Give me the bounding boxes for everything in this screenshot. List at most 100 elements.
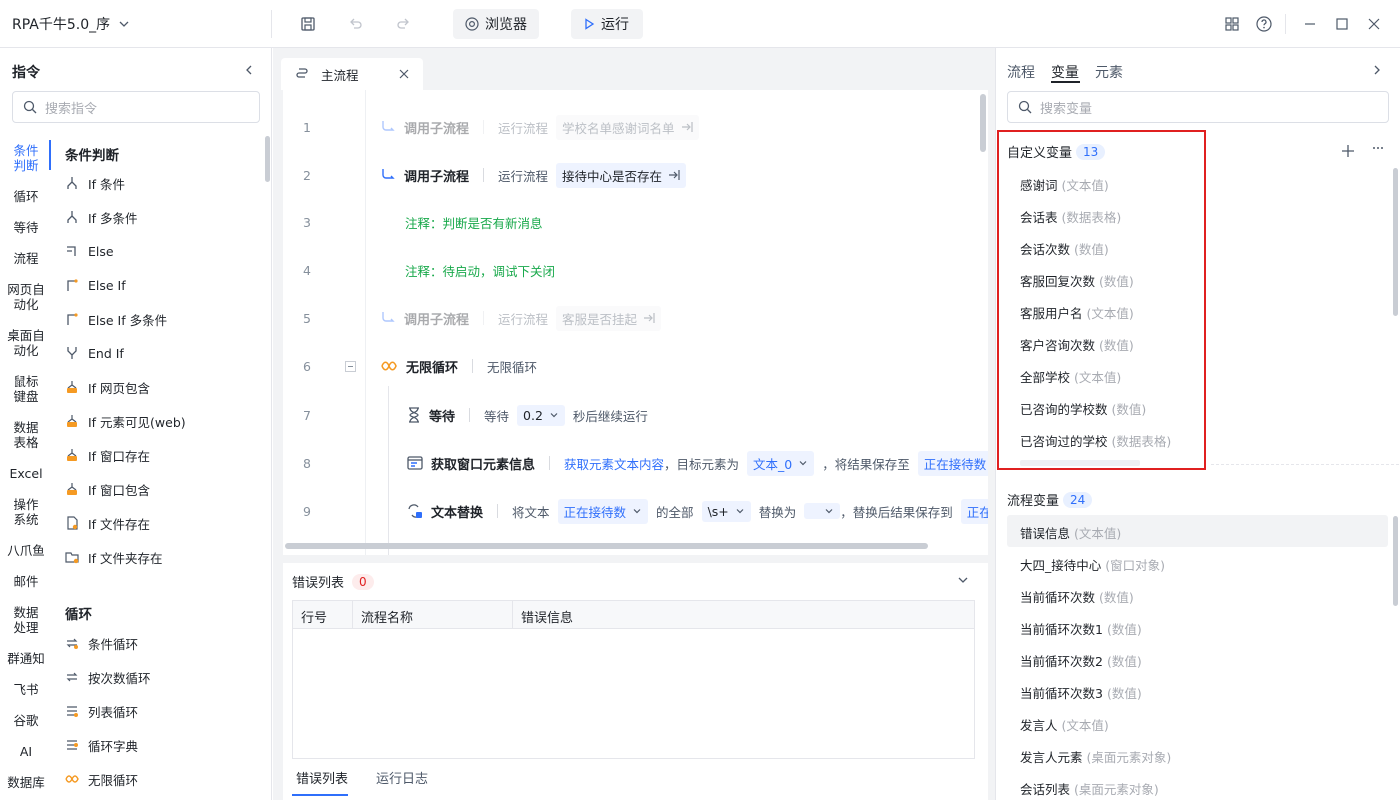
subflow-chip[interactable]: 学校名单感谢词名单 <box>556 114 699 140</box>
category-google[interactable]: 谷歌 <box>0 713 52 728</box>
flow-line-2[interactable]: 2 调用子流程 运行流程 接待中心是否存在 <box>283 155 983 195</box>
browser-button[interactable]: 浏览器 <box>453 9 539 39</box>
save-icon[interactable] <box>296 12 320 36</box>
tab-elements[interactable]: 元素 <box>1095 62 1123 82</box>
chevron-down-icon[interactable] <box>957 574 969 586</box>
variable-item[interactable]: 当前循环次数2 (数值) <box>1020 651 1142 670</box>
horizontal-scrollbar[interactable] <box>285 543 928 549</box>
cmd-if-condition[interactable]: If 条件 <box>64 172 125 194</box>
undo-icon[interactable] <box>344 12 368 36</box>
replacement-chip[interactable] <box>804 503 841 519</box>
category-condition[interactable]: 条件判断 <box>0 143 52 173</box>
enter-icon <box>681 121 693 133</box>
variable-search-input[interactable]: 搜索变量 <box>1007 91 1389 123</box>
tab-label: 主流程 <box>321 67 359 83</box>
category-wait[interactable]: 等待 <box>0 220 52 235</box>
category-loop[interactable]: 循环 <box>0 189 52 204</box>
flow-line-8[interactable]: 8 获取窗口元素信息 获取元素文本内容 ，目标元素为 文本_0 ，将结果保存至 … <box>283 443 988 483</box>
grid-icon[interactable] <box>1220 12 1244 36</box>
statement-text: 获取元素文本内容 <box>564 456 665 472</box>
more-icon[interactable] <box>1371 141 1385 155</box>
cmd-if-folder-exists[interactable]: If 文件夹存在 <box>64 546 163 568</box>
source-text-chip[interactable]: 正在接待数 <box>557 498 649 524</box>
output-variable-chip[interactable]: 正在接待数 <box>917 450 988 476</box>
tab-run-log[interactable]: 运行日志 <box>376 768 428 787</box>
redo-icon[interactable] <box>391 12 415 36</box>
tab-variables[interactable]: 变量 <box>1051 62 1079 82</box>
category-os[interactable]: 操作系统 <box>0 497 52 527</box>
category-email[interactable]: 邮件 <box>0 574 52 589</box>
flow-line-3[interactable]: 3 注释：判断是否有新消息 <box>283 202 983 242</box>
run-button[interactable]: 运行 <box>571 9 643 39</box>
wait-seconds-select[interactable]: 0.2 <box>517 404 565 426</box>
flow-line-7[interactable]: 7 等待 等待 0.2 秒后继续运行 <box>283 395 983 435</box>
cmd-else-if[interactable]: Else If <box>64 274 126 296</box>
category-data-processing[interactable]: 数据处理 <box>0 605 52 635</box>
cmd-if-window-contains[interactable]: If 窗口包含 <box>64 478 150 500</box>
cmd-infinite-loop[interactable]: 无限循环 <box>64 768 138 790</box>
collapse-left-icon[interactable] <box>243 64 255 76</box>
category-ai[interactable]: AI <box>0 744 52 759</box>
category-mouse-keyboard[interactable]: 鼠标键盘 <box>0 374 52 404</box>
variable-item[interactable]: 大四_接待中心 (窗口对象) <box>1020 555 1165 574</box>
flow-line-6[interactable]: 6 无限循环 无限循环 <box>283 346 983 386</box>
search-placeholder: 搜索指令 <box>45 101 98 117</box>
cmd-if-window-exists[interactable]: If 窗口存在 <box>64 444 150 466</box>
add-variable-icon[interactable] <box>1341 144 1355 158</box>
subflow-chip[interactable]: 客服是否挂起 <box>556 305 662 331</box>
project-selector[interactable]: RPA千牛5.0_序 <box>12 14 130 34</box>
help-icon[interactable] <box>1252 12 1276 36</box>
variable-item[interactable]: 当前循环次数1 (数值) <box>1020 619 1142 638</box>
tab-flow[interactable]: 流程 <box>1007 62 1035 82</box>
variable-item[interactable]: 错误信息 (文本值) <box>1020 523 1121 542</box>
flow-line-9[interactable]: 9 文本替换 将文本 正在接待数 的全部 \s+ 替换为 ，替换后结果保存到 正… <box>283 491 988 531</box>
tab-close-icon[interactable] <box>399 69 409 79</box>
cmd-if-file-exists[interactable]: If 文件存在 <box>64 512 150 534</box>
cmd-else[interactable]: Else <box>64 240 114 262</box>
scrollbar-thumb[interactable] <box>265 136 270 182</box>
cmd-condition-loop[interactable]: 条件循环 <box>64 632 138 654</box>
cmd-list-loop[interactable]: 列表循环 <box>64 700 138 722</box>
cmd-if-web-contains[interactable]: If 网页包含 <box>64 376 150 398</box>
flow-line-1[interactable]: 1 调用子流程 运行流程 学校名单感谢词名单 <box>283 107 983 147</box>
cmd-end-if[interactable]: End If <box>64 342 124 364</box>
category-desktop[interactable]: 桌面自动化 <box>0 328 52 358</box>
category-datatable[interactable]: 数据表格 <box>0 420 52 450</box>
vertical-scrollbar[interactable] <box>980 94 986 152</box>
variable-item[interactable]: 发言人元素 (桌面元素对象) <box>1020 747 1171 766</box>
collapse-toggle-icon[interactable] <box>345 361 356 372</box>
variable-item[interactable]: 当前循环次数 (数值) <box>1020 587 1134 606</box>
category-excel[interactable]: Excel <box>0 466 52 481</box>
cmd-dict-loop[interactable]: 循环字典 <box>64 734 138 756</box>
output-variable-chip[interactable]: 正在接 <box>960 498 988 524</box>
target-element-chip[interactable]: 文本_0 <box>747 450 815 476</box>
cmd-if-multi[interactable]: If 多条件 <box>64 206 138 228</box>
category-web[interactable]: 网页自动化 <box>0 282 52 312</box>
category-octoparse[interactable]: 八爪鱼 <box>0 543 52 558</box>
chevron-right-icon[interactable] <box>1371 64 1383 76</box>
category-database[interactable]: 数据库 <box>0 775 52 790</box>
flow-line-5[interactable]: 5 调用子流程 运行流程 客服是否挂起 <box>283 298 983 338</box>
variable-item[interactable]: 发言人 (文本值) <box>1020 715 1109 734</box>
subflow-chip[interactable]: 接待中心是否存在 <box>556 162 687 188</box>
branch-icon <box>64 175 80 191</box>
minimize-icon[interactable] <box>1298 12 1322 36</box>
cmd-label: If 元素可见(web) <box>88 414 186 430</box>
scrollbar-thumb[interactable] <box>1393 516 1398 606</box>
instruction-search-input[interactable]: 搜索指令 <box>12 91 260 123</box>
maximize-icon[interactable] <box>1330 12 1354 36</box>
cmd-if-element-visible[interactable]: If 元素可见(web) <box>64 410 186 432</box>
scrollbar-thumb[interactable] <box>1393 168 1398 316</box>
category-feishu[interactable]: 飞书 <box>0 682 52 697</box>
flow-line-4[interactable]: 4 注释：待启动，调试下关闭 <box>283 250 983 290</box>
category-flow[interactable]: 流程 <box>0 251 52 266</box>
variable-item[interactable]: 会话列表 (桌面元素对象) <box>1020 779 1159 798</box>
tab-main-flow[interactable]: 主流程 <box>281 58 423 90</box>
cmd-else-if-multi[interactable]: Else If 多条件 <box>64 308 167 330</box>
close-icon[interactable] <box>1362 12 1386 36</box>
tab-error-list[interactable]: 错误列表 <box>296 768 348 787</box>
cmd-count-loop[interactable]: 按次数循环 <box>64 666 151 688</box>
pattern-chip[interactable]: \s+ <box>701 500 751 522</box>
variable-item[interactable]: 当前循环次数3 (数值) <box>1020 683 1142 702</box>
category-group-notify[interactable]: 群通知 <box>0 651 52 666</box>
